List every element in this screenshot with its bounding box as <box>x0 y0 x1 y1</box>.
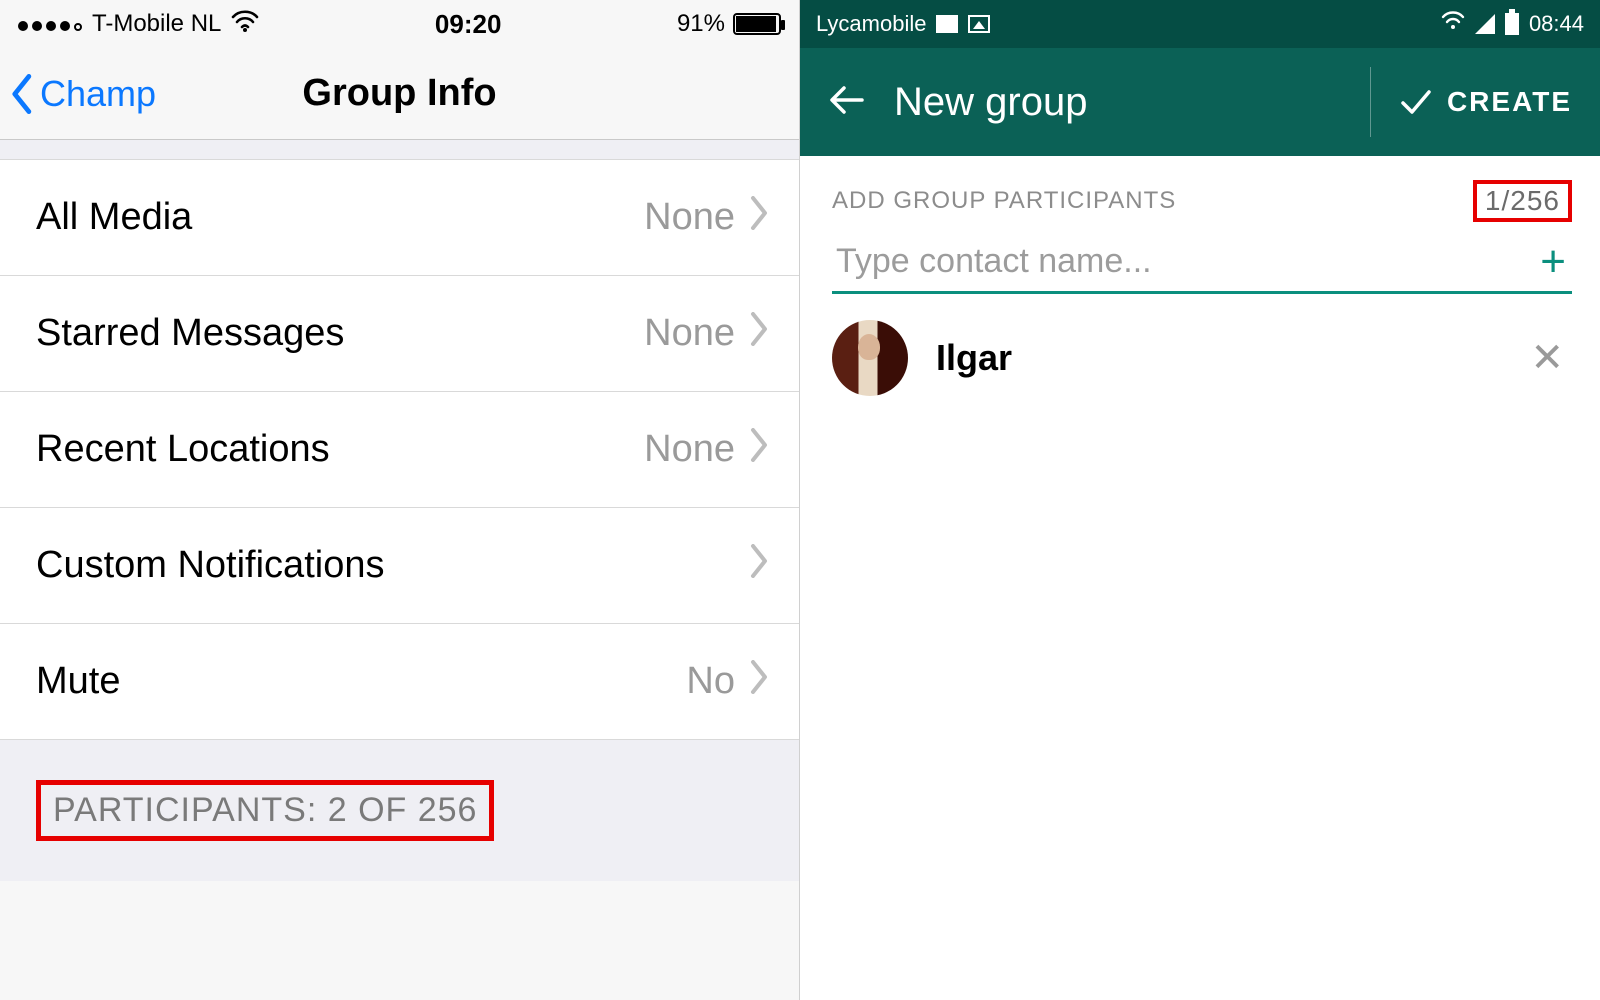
chevron-right-icon <box>749 660 769 704</box>
subheader-label: ADD GROUP PARTICIPANTS <box>832 187 1176 215</box>
section-gap <box>0 140 799 160</box>
chevron-left-icon <box>10 74 36 114</box>
android-app-bar: New group CREATE <box>800 48 1600 156</box>
sim-icon <box>936 15 958 33</box>
signal-icon <box>1475 14 1495 34</box>
row-value: None <box>644 312 735 355</box>
remove-contact-button[interactable]: ✕ <box>1522 335 1572 381</box>
battery-icon <box>733 13 781 35</box>
ios-status-bar: T-Mobile NL 09:20 91% <box>0 0 799 48</box>
participant-count: 1/256 <box>1473 180 1572 222</box>
wifi-icon <box>231 10 259 39</box>
screenshot-icon <box>968 15 990 33</box>
contact-name-input[interactable] <box>832 232 1534 291</box>
status-time: 09:20 <box>435 9 502 40</box>
contact-name: Ilgar <box>936 337 1522 379</box>
battery-percent: 91% <box>677 10 725 38</box>
back-button[interactable] <box>828 80 868 125</box>
create-button[interactable]: CREATE <box>1370 67 1572 137</box>
row-value: None <box>644 428 735 471</box>
chevron-right-icon <box>749 196 769 240</box>
ios-nav-bar: Champ Group Info <box>0 48 799 140</box>
row-label: All Media <box>36 196 192 239</box>
back-label: Champ <box>40 73 156 115</box>
contact-search-row: + <box>800 228 1600 291</box>
carrier-label: Lycamobile <box>816 11 926 37</box>
settings-list: All Media None Starred Messages None Rec… <box>0 160 799 740</box>
status-time: 08:44 <box>1529 11 1584 37</box>
plus-icon: + <box>1540 237 1566 286</box>
chevron-right-icon <box>749 428 769 472</box>
add-contact-button[interactable]: + <box>1534 240 1572 284</box>
ios-screenshot: T-Mobile NL 09:20 91% Champ Group Info A… <box>0 0 800 1000</box>
selected-contact-row[interactable]: Ilgar ✕ <box>800 294 1600 404</box>
create-label: CREATE <box>1447 86 1572 118</box>
row-label: Mute <box>36 660 120 703</box>
row-label: Custom Notifications <box>36 544 384 587</box>
participants-subheader-row: ADD GROUP PARTICIPANTS 1/256 <box>800 156 1600 228</box>
carrier-label: T-Mobile NL <box>92 10 221 38</box>
row-value: None <box>644 196 735 239</box>
page-title: New group <box>894 80 1087 125</box>
row-recent-locations[interactable]: Recent Locations None <box>0 392 799 508</box>
row-label: Starred Messages <box>36 312 344 355</box>
participants-header: PARTICIPANTS: 2 OF 256 <box>36 780 494 841</box>
row-value: No <box>686 660 735 703</box>
close-icon: ✕ <box>1530 336 1564 380</box>
chevron-right-icon <box>749 544 769 588</box>
chevron-right-icon <box>749 312 769 356</box>
battery-icon <box>1505 13 1519 35</box>
participants-section: PARTICIPANTS: 2 OF 256 <box>0 740 799 881</box>
avatar <box>832 320 908 396</box>
back-button[interactable]: Champ <box>0 73 156 115</box>
check-icon <box>1399 85 1433 119</box>
row-all-media[interactable]: All Media None <box>0 160 799 276</box>
android-screenshot: Lycamobile 08:44 New group CREATE ADD GR… <box>800 0 1600 1000</box>
row-mute[interactable]: Mute No <box>0 624 799 740</box>
row-label: Recent Locations <box>36 428 330 471</box>
android-status-bar: Lycamobile 08:44 <box>800 0 1600 48</box>
wifi-icon <box>1441 11 1465 37</box>
row-custom-notifications[interactable]: Custom Notifications <box>0 508 799 624</box>
signal-dots-icon <box>18 10 86 38</box>
arrow-left-icon <box>828 80 868 120</box>
row-starred-messages[interactable]: Starred Messages None <box>0 276 799 392</box>
